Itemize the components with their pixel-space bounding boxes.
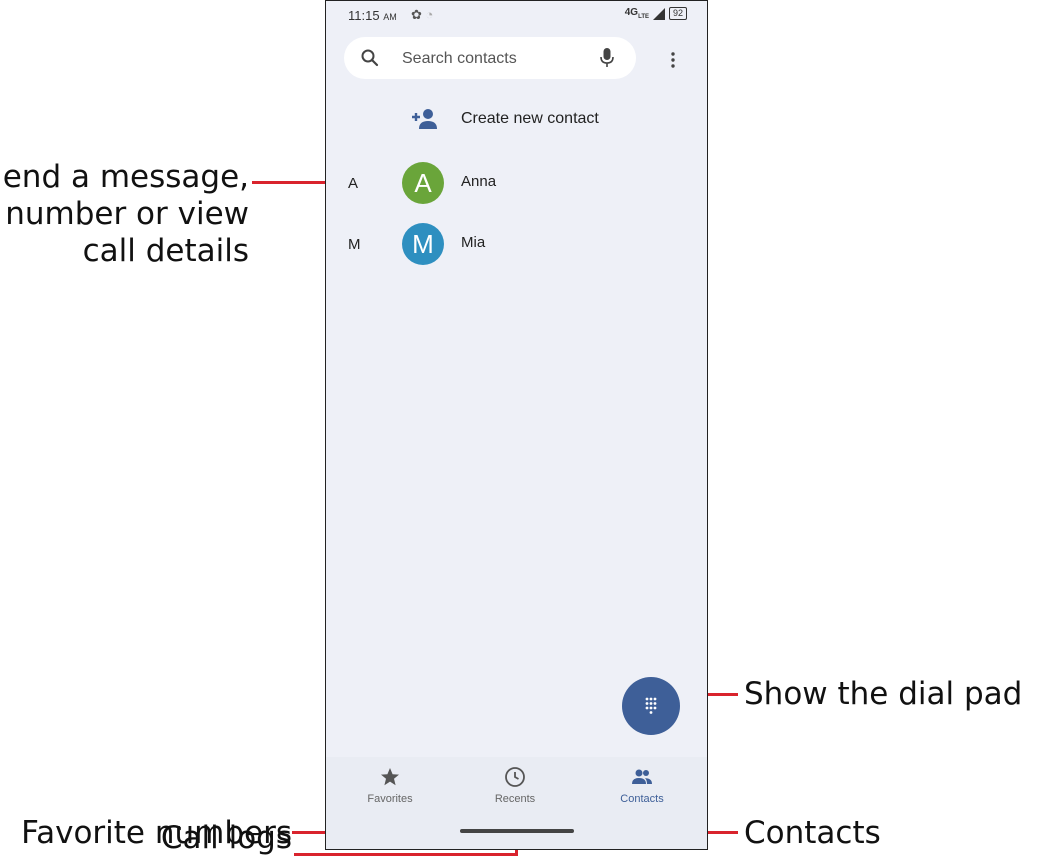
nav-favorites-label: Favorites [367, 793, 413, 805]
star-icon [381, 768, 399, 786]
callout-contact-line-3: call details [82, 233, 249, 269]
callout-contact-actions: end a message, number or view call detai… [0, 159, 249, 270]
battery-icon: 92 [668, 7, 687, 20]
dialpad-icon [645, 697, 657, 714]
section-letter: M [348, 236, 361, 253]
search-icon [361, 49, 379, 67]
search-input[interactable]: Search contacts [402, 50, 517, 68]
nav-recents-label: Recents [494, 793, 536, 805]
phone-screen: 11:15 AM ✿ ◔ 4GLTE 92 Search contacts Cr… [325, 0, 708, 850]
create-new-contact-label: Create new contact [461, 110, 599, 127]
status-time: 11:15 AM [348, 8, 397, 23]
more-options-icon[interactable] [664, 51, 682, 69]
signal-icon [652, 7, 665, 20]
add-person-icon [412, 109, 437, 129]
nav-recents[interactable]: Recents [460, 765, 570, 805]
nav-favorites[interactable]: Favorites [335, 765, 445, 805]
callout-calllogs: Call logs [160, 820, 292, 856]
contact-name: Mia [461, 234, 486, 251]
status-right: 4GLTE 92 [625, 7, 687, 20]
contact-name: Anna [461, 173, 497, 190]
contact-row[interactable]: A A Anna [326, 158, 707, 210]
contact-avatar: M [402, 223, 444, 265]
dialpad-button[interactable] [622, 677, 680, 735]
wifi-icon: ◔ [425, 7, 434, 22]
nav-contacts-label: Contacts [620, 793, 664, 805]
nav-contacts[interactable]: Contacts [587, 765, 697, 805]
status-left-icons: ✿ ◔ [411, 7, 433, 23]
callout-calllogs-line [294, 853, 518, 856]
status-bar: 11:15 AM ✿ ◔ 4GLTE 92 [326, 1, 707, 31]
contact-row[interactable]: M M Mia [326, 219, 707, 271]
search-bar[interactable]: Search contacts [344, 37, 636, 79]
callout-contact-line-1: end a message, [2, 159, 249, 195]
section-letter: A [348, 175, 359, 192]
network-type: 4GLTE [624, 7, 649, 20]
contact-avatar: A [402, 162, 444, 204]
microphone-icon[interactable] [600, 47, 614, 69]
home-indicator[interactable] [460, 829, 574, 833]
create-new-contact[interactable]: Create new contact [326, 99, 707, 143]
clock-icon [505, 767, 525, 787]
bottom-navigation: Favorites Recents Contacts [326, 757, 707, 849]
callout-contact-line-2: number or view [5, 196, 249, 232]
callout-contacts: Contacts [744, 815, 881, 851]
callout-dialpad: Show the dial pad [744, 676, 1023, 712]
settings-gear-icon: ✿ [411, 7, 422, 22]
people-icon [632, 769, 652, 784]
